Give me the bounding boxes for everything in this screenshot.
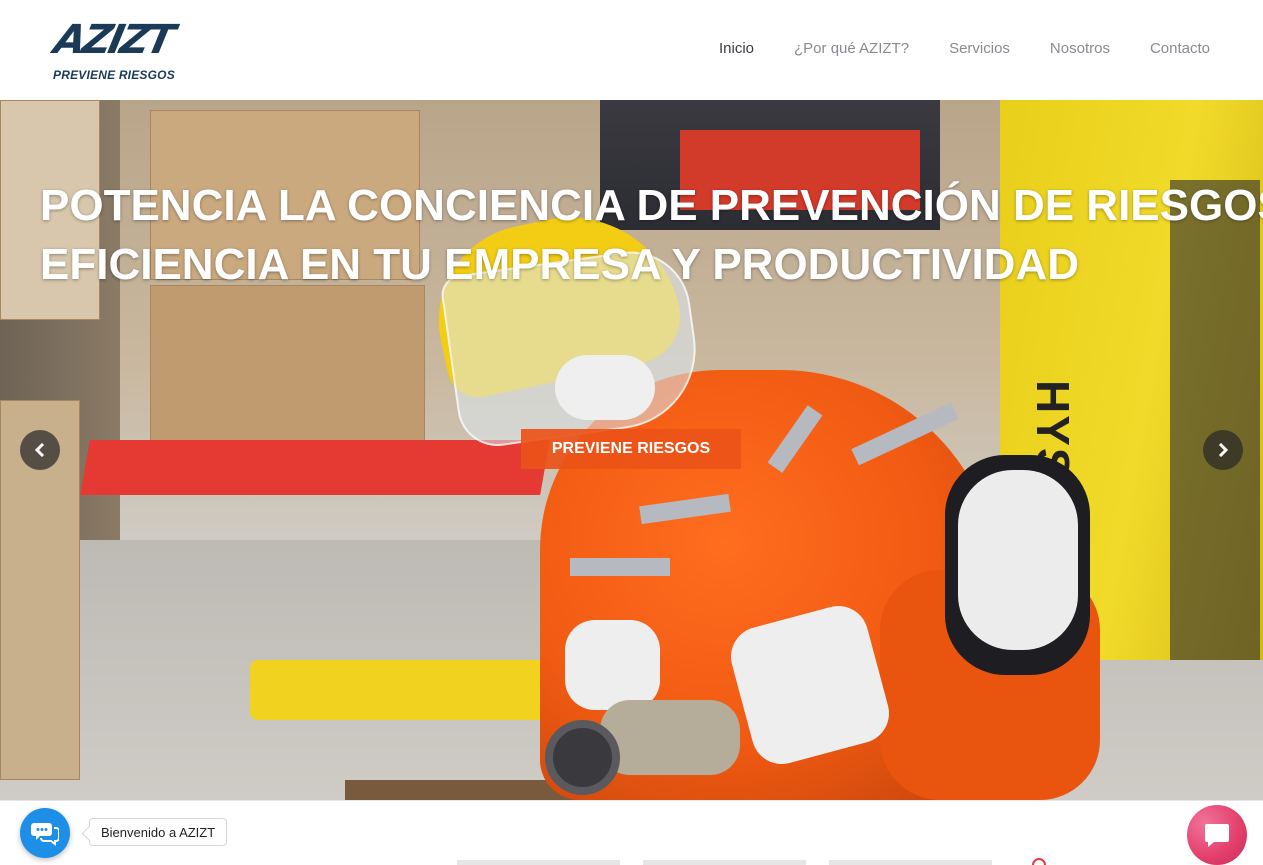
worker-glove (565, 620, 660, 710)
chat-launcher-button[interactable] (20, 808, 70, 858)
slider-prev-button[interactable] (20, 430, 60, 470)
service-card[interactable] (829, 860, 992, 865)
main-nav: Inicio ¿Por qué AZIZT? Servicios Nosotro… (699, 40, 1210, 57)
background-pallet-jack-yellow (250, 660, 570, 720)
logo-tagline: PREVIENE RIESGOS (53, 68, 175, 82)
messenger-launcher-button[interactable] (1187, 805, 1247, 865)
nav-link-servicios[interactable]: Servicios (929, 40, 1030, 57)
section-divider (0, 800, 1263, 801)
location-marker-icon (1032, 858, 1046, 865)
angle-grinder (600, 700, 740, 775)
nav-link-nosotros[interactable]: Nosotros (1030, 40, 1130, 57)
hero-slider: HYSTER POTENCIA LA CONCIENCIA DE PREVENC… (0, 100, 1263, 800)
logo-wordmark: AZIZT (50, 17, 177, 63)
chat-greeting[interactable]: Bienvenido a AZIZT (89, 818, 228, 846)
service-card[interactable] (457, 860, 620, 865)
reflective-stripe (570, 558, 670, 576)
hero-headline-line-2: EFICIENCIA EN TU EMPRESA Y PRODUCTIVIDAD (40, 240, 1080, 289)
nav-link-contacto[interactable]: Contacto (1130, 40, 1210, 57)
service-card[interactable] (643, 860, 806, 865)
nav-link-inicio[interactable]: Inicio (699, 40, 774, 57)
hero-headline: POTENCIA LA CONCIENCIA DE PREVENCIÓN DE … (40, 176, 1263, 294)
nav-link-por-que[interactable]: ¿Por qué AZIZT? (774, 40, 929, 57)
chat-bubbles-icon (31, 823, 59, 846)
worker-knee-pad-inner (958, 470, 1078, 650)
worker-respirator (555, 355, 655, 420)
logo[interactable]: AZIZT PREVIENE RIESGOS (50, 17, 193, 86)
hero-headline-line-1: POTENCIA LA CONCIENCIA DE PREVENCIÓN DE … (40, 181, 1263, 230)
message-square-icon (1205, 824, 1229, 847)
slider-next-button[interactable] (1203, 430, 1243, 470)
site-header: AZIZT PREVIENE RIESGOS Inicio ¿Por qué A… (0, 0, 1263, 100)
chevron-right-icon (1218, 443, 1229, 457)
grinder-disc (545, 720, 620, 795)
background-pallet-jack (80, 440, 550, 495)
cta-button[interactable]: PREVIENE RIESGOS (521, 429, 741, 469)
chevron-left-icon (34, 443, 45, 457)
